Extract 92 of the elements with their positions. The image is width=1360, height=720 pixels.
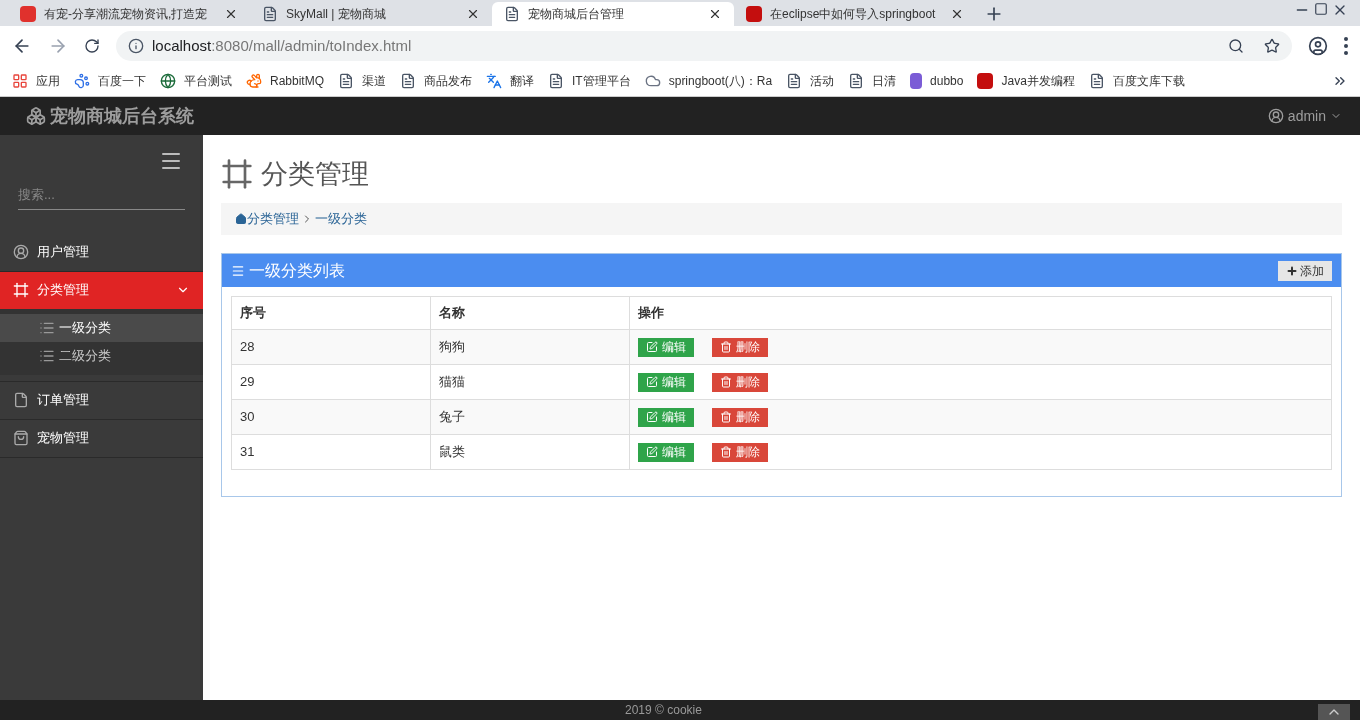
- delete-button[interactable]: 删除: [712, 372, 768, 392]
- table-cell: 猫猫: [430, 364, 630, 400]
- footer-text: 2019 © cookie: [625, 702, 702, 719]
- file-icon: [13, 392, 29, 408]
- bookmark[interactable]: springboot(八)：Ra: [644, 72, 773, 90]
- brand-title[interactable]: 宠物商城后台系统: [50, 102, 194, 130]
- sidebar-subitem[interactable]: 一级分类: [0, 313, 203, 342]
- bookmark[interactable]: dubbo: [910, 72, 964, 90]
- sidebar-item[interactable]: 用户管理: [0, 233, 203, 271]
- table-cell: 30: [231, 399, 431, 435]
- user-icon: [1267, 108, 1284, 124]
- page-icon: [548, 73, 565, 89]
- delete-button[interactable]: 删除: [712, 337, 768, 357]
- bag-icon: [13, 430, 29, 446]
- info-icon: [128, 38, 144, 54]
- edit-icon: [646, 376, 658, 388]
- page-icon: [338, 73, 355, 89]
- maximize-icon[interactable]: [1314, 2, 1328, 16]
- globe-icon: [160, 73, 176, 89]
- frame-icon: [13, 282, 29, 298]
- browser-tab[interactable]: 宠物商城后台管理: [492, 2, 734, 26]
- table-cell: 狗狗: [430, 329, 630, 365]
- close-icon[interactable]: [224, 7, 238, 21]
- trash-icon: [720, 341, 732, 353]
- bookmark[interactable]: 渠道: [338, 72, 387, 90]
- delete-button[interactable]: 删除: [712, 442, 768, 462]
- bookmark[interactable]: 百度文库下载: [1088, 72, 1185, 90]
- apps-grid-icon: [12, 73, 28, 89]
- breadcrumb-link[interactable]: 分类管理: [247, 209, 299, 229]
- table-cell: 28: [231, 329, 431, 365]
- page-title: 分类管理: [261, 157, 369, 191]
- reload-icon[interactable]: [84, 38, 100, 54]
- search-field[interactable]: 搜索...: [18, 181, 185, 210]
- page-icon: [1088, 73, 1105, 89]
- rabbit-icon: [246, 73, 262, 89]
- add-button[interactable]: 添加: [1278, 260, 1332, 281]
- table-cell: 29: [231, 364, 431, 400]
- close-icon[interactable]: [950, 7, 964, 21]
- sidebar-item[interactable]: 宠物管理: [0, 419, 203, 457]
- bookmark[interactable]: 日清: [848, 72, 897, 90]
- user-menu[interactable]: admin: [1267, 105, 1342, 127]
- star-icon[interactable]: [1264, 38, 1280, 54]
- table-cell: 兔子: [430, 399, 630, 435]
- trash-icon: [720, 376, 732, 388]
- trash-icon: [720, 411, 732, 423]
- close-icon[interactable]: [466, 7, 480, 21]
- cloud-icon: [644, 73, 661, 89]
- bookmark[interactable]: RabbitMQ: [246, 72, 325, 90]
- breadcrumb-link[interactable]: 一级分类: [315, 209, 367, 229]
- sidebar-item[interactable]: 分类管理: [0, 271, 203, 309]
- zoom-icon[interactable]: [1228, 38, 1244, 54]
- page-icon: [400, 73, 417, 89]
- bookmark[interactable]: 商品发布: [400, 72, 473, 90]
- bookmark[interactable]: 应用: [12, 72, 60, 90]
- edit-icon: [646, 411, 658, 423]
- table-cell: 鼠类: [430, 434, 630, 470]
- profile-icon[interactable]: [1308, 36, 1328, 56]
- bookmark[interactable]: Java并发编程: [977, 72, 1075, 90]
- column-header: 操作: [629, 296, 1332, 330]
- bookmark[interactable]: 翻译: [486, 72, 535, 90]
- plus-icon: [1286, 264, 1298, 277]
- table-cell: 31: [231, 434, 431, 470]
- bookmark[interactable]: 活动: [786, 72, 835, 90]
- delete-button[interactable]: 删除: [712, 407, 768, 427]
- translate-icon: [486, 73, 503, 89]
- list-icon: [231, 263, 245, 278]
- menu-dots-icon[interactable]: [1344, 37, 1348, 55]
- user-icon: [13, 244, 29, 260]
- browser-tab[interactable]: SkyMall | 宠物商城: [250, 2, 492, 26]
- sidebar-subitem[interactable]: 二级分类: [0, 341, 203, 370]
- trash-icon: [720, 446, 732, 458]
- column-header: 序号: [231, 296, 431, 330]
- bookmark[interactable]: 百度一下: [74, 72, 146, 90]
- home-icon: [235, 213, 247, 225]
- column-header: 名称: [430, 296, 630, 330]
- page-icon: [848, 73, 865, 89]
- panel-title: 一级分类列表: [249, 260, 345, 281]
- page-icon: [262, 6, 278, 22]
- cubes-icon: [26, 106, 46, 126]
- paw-icon: [74, 73, 90, 89]
- bookmark[interactable]: 平台测试: [160, 72, 232, 90]
- sidebar-item[interactable]: 订单管理: [0, 381, 203, 419]
- frame-icon: [221, 158, 253, 190]
- bookmark[interactable]: IT管理平台: [548, 72, 631, 90]
- browser-tab[interactable]: 在eclipse中如何导入springboot: [734, 2, 976, 26]
- page-icon: [504, 6, 520, 22]
- browser-tab[interactable]: 有宠-分享潮流宠物资讯,打造宠: [8, 2, 250, 26]
- page-icon: [786, 73, 803, 89]
- address-field[interactable]: localhost:8080/mall/admin/toIndex.html: [116, 31, 1292, 61]
- edit-icon: [646, 446, 658, 458]
- close-icon[interactable]: [708, 7, 722, 21]
- edit-icon: [646, 341, 658, 353]
